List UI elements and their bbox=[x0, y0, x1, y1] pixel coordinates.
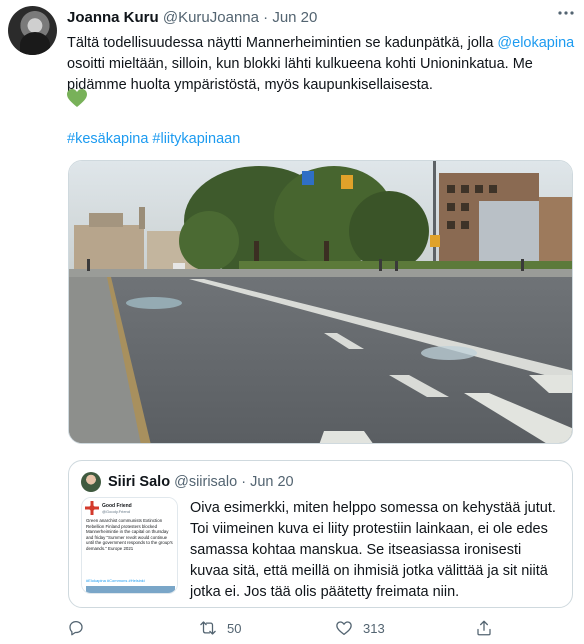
tweet-text-part1: Tältä todellisuudessa näytti Mannerheimi… bbox=[67, 35, 494, 51]
quoted-tweet-date: Jun 20 bbox=[250, 474, 294, 490]
reply-icon bbox=[69, 620, 83, 636]
hashtag-link[interactable]: #liitykapinaan bbox=[152, 131, 240, 147]
reply-button[interactable] bbox=[67, 619, 85, 637]
thumb-source-handle: @Goody.Friend bbox=[102, 509, 130, 514]
quoted-author-avatar bbox=[81, 472, 101, 492]
hashtag-link[interactable]: #kesäkapina bbox=[67, 131, 148, 147]
like-count: 313 bbox=[363, 620, 385, 636]
author-avatar[interactable] bbox=[8, 6, 57, 55]
green-heart-icon bbox=[67, 89, 87, 113]
tweet-text-part2: osoitti mieltään, silloin, kun blokki lä… bbox=[67, 56, 533, 93]
like-button[interactable]: 313 bbox=[335, 619, 385, 637]
more-options-icon[interactable] bbox=[555, 4, 577, 22]
quoted-tweet[interactable]: Siiri Salo @siirisalo · Jun 20 Good Frie… bbox=[68, 460, 573, 608]
retweet-count: 50 bbox=[227, 620, 242, 636]
tweet-photo[interactable] bbox=[68, 160, 573, 444]
tweet-date[interactable]: Jun 20 bbox=[272, 9, 317, 26]
thumb-body-text: Green anarchist communists Extinction Re… bbox=[86, 518, 173, 551]
quoted-tweet-text: Oiva esimerkki, miten helppo somessa on … bbox=[190, 500, 556, 600]
tweet-text: Tältä todellisuudessa näytti Mannerheimi… bbox=[67, 33, 577, 96]
retweet-button[interactable]: 50 bbox=[199, 619, 241, 637]
street-photo-illustration bbox=[69, 161, 572, 443]
retweet-icon bbox=[200, 621, 216, 635]
thumb-tags: #Elokapina #Commons #Helsinki bbox=[86, 578, 145, 583]
separator-dot: · bbox=[241, 474, 247, 490]
author-name[interactable]: Joanna Kuru bbox=[67, 9, 159, 26]
separator-dot: · bbox=[263, 9, 269, 26]
author-handle[interactable]: @KuruJoanna bbox=[163, 9, 259, 26]
mention-link[interactable]: @elokapina bbox=[497, 35, 574, 51]
hashtag-list: #kesäkapina #liitykapinaan bbox=[67, 129, 244, 149]
quoted-tweet-thumbnail: Good Friend @Goody.Friend Green anarchis… bbox=[81, 497, 178, 594]
share-button[interactable] bbox=[475, 619, 493, 637]
tweet-header: Joanna Kuru @KuruJoanna · Jun 20 bbox=[67, 9, 317, 27]
quoted-author-handle: @siirisalo bbox=[174, 474, 238, 490]
quoted-author-name: Siiri Salo bbox=[108, 474, 171, 490]
heart-icon bbox=[336, 621, 352, 636]
quoted-tweet-header: Siiri Salo @siirisalo · Jun 20 bbox=[108, 474, 294, 491]
thumbnail-screenshot: Good Friend @Goody.Friend Green anarchis… bbox=[82, 498, 177, 593]
share-icon bbox=[477, 620, 491, 636]
tweet-action-bar: 50 313 bbox=[0, 618, 584, 642]
